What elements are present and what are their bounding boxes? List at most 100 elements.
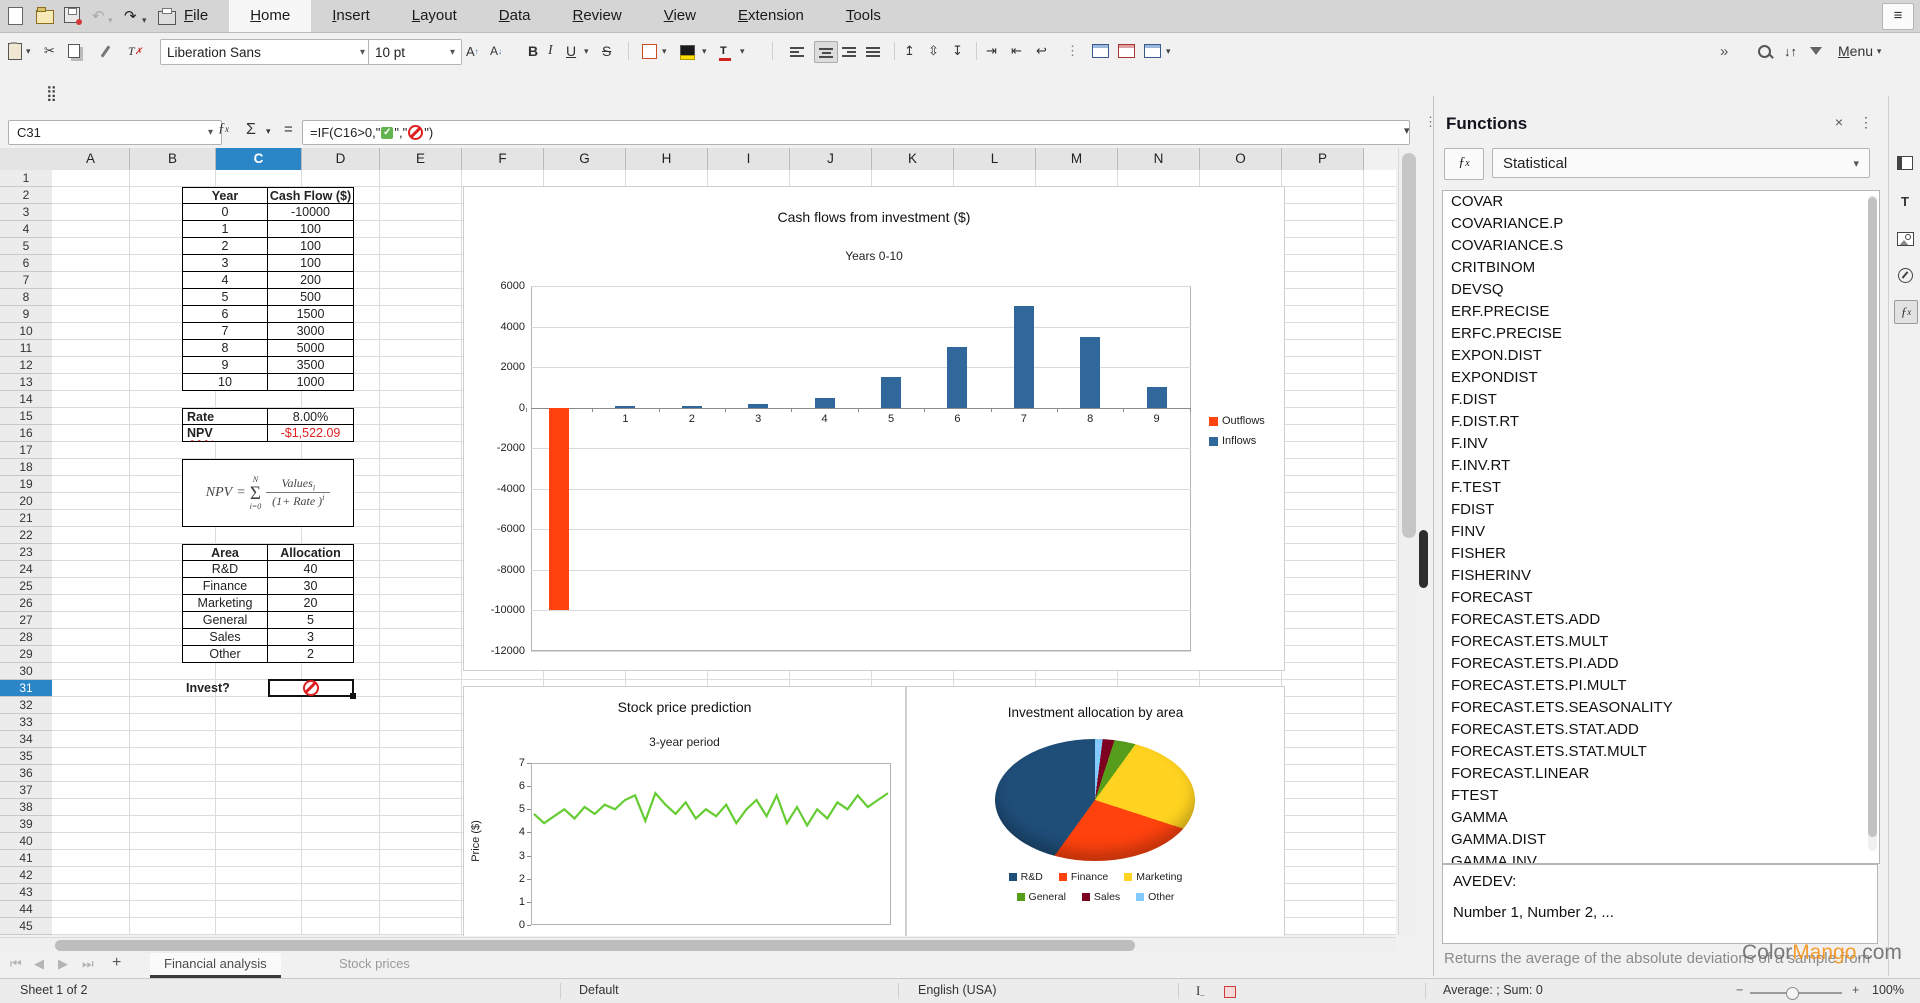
bar-chart-object[interactable]: Cash flows from investment ($)Years 0-10… — [463, 186, 1285, 671]
selected-cell-C31[interactable] — [268, 679, 354, 697]
expand-formula-bar-icon[interactable]: ▾ — [1404, 124, 1410, 137]
table-cell[interactable]: 2 — [268, 646, 354, 663]
shrink-font-icon[interactable]: A↓ — [490, 41, 502, 61]
row-header-42[interactable]: 42 — [0, 867, 52, 884]
zoom-level-status[interactable]: 100% — [1872, 983, 1904, 997]
table-cell[interactable]: Marketing — [182, 595, 268, 612]
table-cell[interactable]: 2 — [182, 238, 268, 255]
function-item-covariance.p[interactable]: COVARIANCE.P — [1443, 213, 1879, 235]
table-cell[interactable]: 1500 — [268, 306, 354, 323]
center-vertically-icon[interactable]: ⇳ — [928, 41, 939, 61]
function-item-f.test[interactable]: F.TEST — [1443, 477, 1879, 499]
decrease-indent-icon[interactable]: ⇤ — [1011, 41, 1022, 61]
font-name-combo[interactable]: Liberation Sans▾ — [160, 39, 372, 65]
function-item-covar[interactable]: COVAR — [1443, 191, 1879, 213]
invest-label-cell[interactable]: Invest? — [186, 680, 230, 697]
last-sheet-icon[interactable]: ⏭ — [82, 956, 94, 972]
row-header-3[interactable]: 3 — [0, 204, 52, 221]
row-header-41[interactable]: 41 — [0, 850, 52, 867]
column-header-C[interactable]: C — [216, 148, 302, 170]
column-header-F[interactable]: F — [462, 148, 544, 170]
page-style-status[interactable]: Default — [579, 983, 619, 997]
autofilter-icon[interactable] — [1810, 41, 1822, 61]
table-cell[interactable]: 30 — [268, 578, 354, 595]
function-item-erfc.precise[interactable]: ERFC.PRECISE — [1443, 323, 1879, 345]
function-item-forecast.ets.stat.mult[interactable]: FORECAST.ETS.STAT.MULT — [1443, 741, 1879, 763]
save-icon[interactable] — [64, 7, 82, 25]
first-sheet-icon[interactable]: ⏮ — [10, 956, 22, 972]
column-header-L[interactable]: L — [954, 148, 1036, 170]
add-sheet-icon[interactable]: + — [112, 954, 121, 972]
background-color-icon[interactable] — [680, 41, 695, 61]
zoom-slider-thumb[interactable] — [1786, 987, 1799, 1000]
cut-icon[interactable]: ✂ — [44, 41, 55, 61]
row-header-8[interactable]: 8 — [0, 289, 52, 306]
name-box[interactable]: C31 ▾ — [8, 120, 222, 145]
align-top-icon[interactable]: ↥ — [904, 41, 915, 61]
row-header-29[interactable]: 29 — [0, 646, 52, 663]
row-header-38[interactable]: 38 — [0, 799, 52, 816]
paste-icon[interactable] — [8, 41, 22, 61]
menu-tab-tools[interactable]: Tools — [825, 0, 902, 32]
row-header-34[interactable]: 34 — [0, 731, 52, 748]
table-cell[interactable]: 5 — [268, 612, 354, 629]
pie-chart-object[interactable]: Investment allocation by areaR&DFinanceM… — [906, 686, 1285, 936]
merge-dropdown-icon[interactable]: ▾ — [1166, 41, 1171, 61]
justify-icon[interactable] — [866, 41, 881, 61]
font-color-dropdown-icon[interactable]: ▾ — [740, 41, 745, 61]
column-header-P[interactable]: P — [1282, 148, 1364, 170]
copy-icon[interactable] — [68, 41, 80, 61]
row-header-19[interactable]: 19 — [0, 476, 52, 493]
table-cell[interactable]: Area — [182, 544, 268, 561]
merge-cells-icon[interactable] — [1092, 41, 1109, 61]
paste-dropdown-icon[interactable]: ▾ — [26, 41, 31, 61]
row-header-31[interactable]: 31 — [0, 680, 52, 697]
redo-icon[interactable]: ↷ — [124, 7, 142, 25]
table-cell[interactable]: 20 — [268, 595, 354, 612]
background-color-dropdown-icon[interactable]: ▾ — [702, 41, 707, 61]
function-item-forecast.ets.stat.add[interactable]: FORECAST.ETS.STAT.ADD — [1443, 719, 1879, 741]
row-header-5[interactable]: 5 — [0, 238, 52, 255]
table-cell[interactable]: Other — [182, 646, 268, 663]
table-cell[interactable]: Rate — [182, 408, 268, 425]
styles-deck-icon[interactable]: T — [1894, 190, 1916, 212]
row-header-4[interactable]: 4 — [0, 221, 52, 238]
menu-tab-extension[interactable]: Extension — [717, 0, 825, 32]
table-cell[interactable]: 9 — [182, 357, 268, 374]
row-header-14[interactable]: 14 — [0, 391, 52, 408]
font-size-combo[interactable]: 10 pt▾ — [368, 39, 462, 65]
align-bottom-icon[interactable]: ↧ — [952, 41, 963, 61]
column-header-M[interactable]: M — [1036, 148, 1118, 170]
table-cell[interactable]: 100 — [268, 238, 354, 255]
table-cell[interactable]: 5 — [182, 289, 268, 306]
fill-handle[interactable] — [350, 693, 356, 699]
row-header-24[interactable]: 24 — [0, 561, 52, 578]
function-item-gamma.dist[interactable]: GAMMA.DIST — [1443, 829, 1879, 851]
table-cell[interactable]: 500 — [268, 289, 354, 306]
function-item-forecast.ets.seasonality[interactable]: FORECAST.ETS.SEASONALITY — [1443, 697, 1879, 719]
grow-font-icon[interactable]: A↑ — [466, 41, 479, 61]
function-item-forecast.ets.pi.add[interactable]: FORECAST.ETS.PI.ADD — [1443, 653, 1879, 675]
row-header-33[interactable]: 33 — [0, 714, 52, 731]
function-item-ftest[interactable]: FTEST — [1443, 785, 1879, 807]
horizontal-scrollbar[interactable] — [0, 937, 1396, 954]
column-header-O[interactable]: O — [1200, 148, 1282, 170]
column-header-H[interactable]: H — [626, 148, 708, 170]
strikethrough-icon[interactable]: S — [602, 41, 611, 61]
function-item-forecast.ets.mult[interactable]: FORECAST.ETS.MULT — [1443, 631, 1879, 653]
menu-tab-data[interactable]: Data — [478, 0, 552, 32]
underline-icon[interactable]: U — [566, 41, 576, 61]
document-modified-icon[interactable] — [1224, 986, 1236, 1001]
function-item-expondist[interactable]: EXPONDIST — [1443, 367, 1879, 389]
row-header-13[interactable]: 13 — [0, 374, 52, 391]
zoom-out-icon[interactable]: − — [1736, 983, 1743, 997]
menu-tab-review[interactable]: Review — [552, 0, 643, 32]
function-item-f.dist[interactable]: F.DIST — [1443, 389, 1879, 411]
function-item-forecast.ets.pi.mult[interactable]: FORECAST.ETS.PI.MULT — [1443, 675, 1879, 697]
sheet-tab-financial-analysis[interactable]: Financial analysis — [150, 953, 281, 978]
row-header-1[interactable]: 1 — [0, 170, 52, 187]
row-header-35[interactable]: 35 — [0, 748, 52, 765]
table-cell[interactable]: 8 — [182, 340, 268, 357]
function-item-forecast[interactable]: FORECAST — [1443, 587, 1879, 609]
function-item-gamma.inv[interactable]: GAMMA.INV — [1443, 851, 1879, 864]
